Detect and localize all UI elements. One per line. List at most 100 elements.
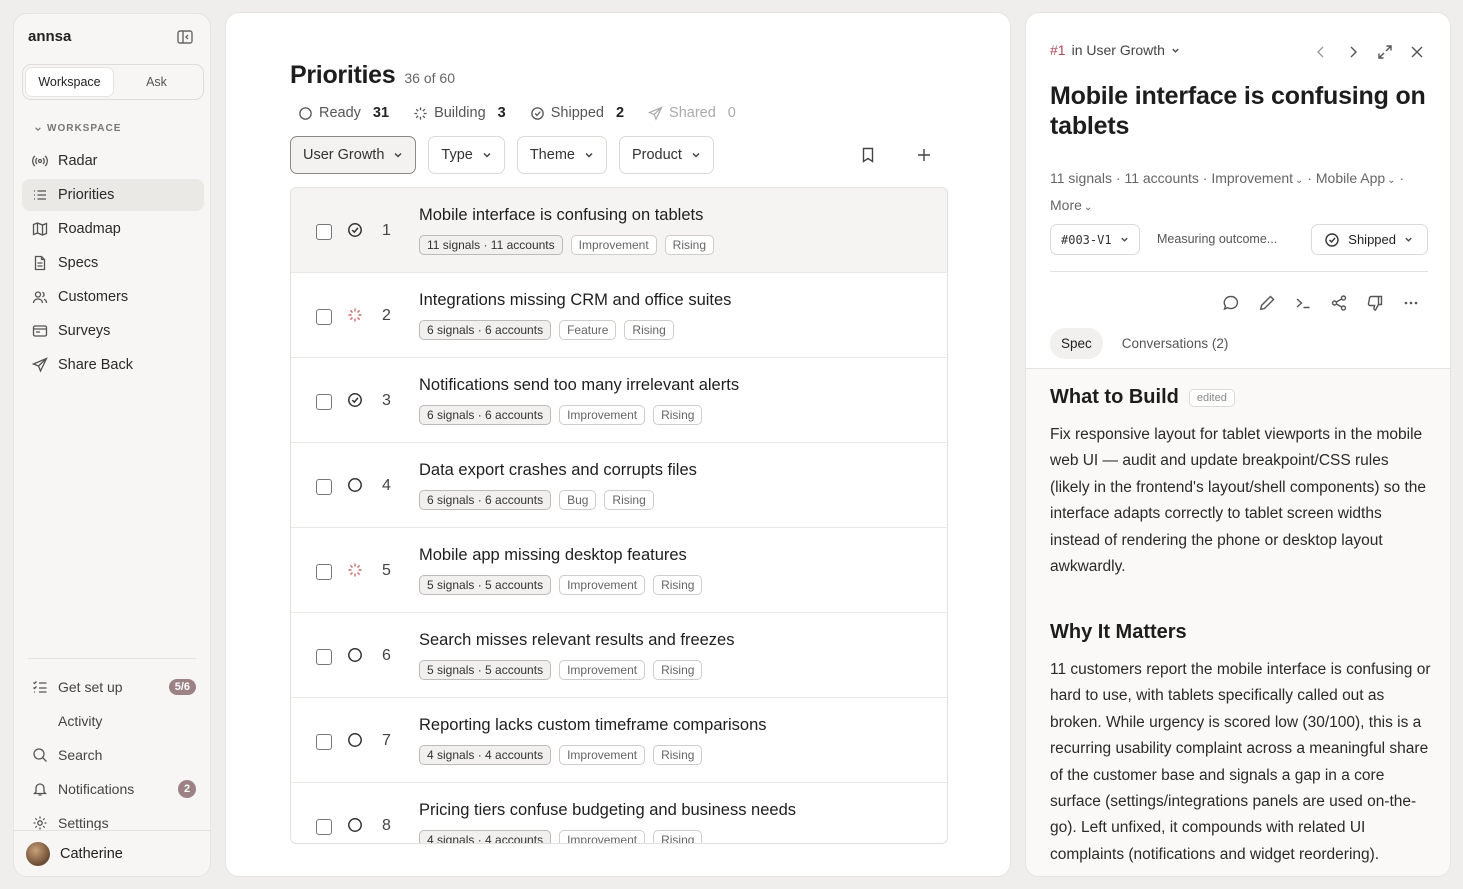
document-icon (32, 255, 48, 271)
bookmark-icon[interactable] (860, 147, 876, 163)
user-name: Catherine (60, 845, 123, 862)
ask-tab[interactable]: Ask (113, 68, 200, 96)
filter-bar: User Growth Type Theme Product (290, 136, 714, 174)
workspace-tab[interactable]: Workspace (26, 68, 113, 96)
row-checkbox[interactable] (316, 649, 332, 665)
tab-spec[interactable]: Spec (1050, 328, 1103, 359)
version-select[interactable]: #003-V1 (1050, 224, 1140, 255)
close-icon[interactable] (1408, 43, 1426, 61)
circle-icon[interactable] (347, 732, 363, 748)
meta-more-dropdown[interactable]: More ⌄ (1050, 197, 1092, 213)
status-count: 3 (497, 105, 506, 121)
row-checkbox[interactable] (316, 819, 332, 835)
chevron-down-icon: ⌄ (1295, 175, 1304, 186)
status-filter-shared[interactable]: Shared 0 (648, 105, 736, 121)
row-checkbox[interactable] (316, 479, 332, 495)
nav-item-radar[interactable]: Radar (22, 145, 204, 177)
user-menu[interactable]: Catherine (14, 830, 210, 876)
circle-icon[interactable] (347, 647, 363, 663)
row-checkbox[interactable] (316, 224, 332, 240)
list-item[interactable]: 8 Pricing tiers confuse budgeting and bus… (291, 783, 947, 843)
expand-icon[interactable] (1376, 43, 1394, 61)
workspace-name[interactable]: annsa (28, 28, 71, 45)
nav-item-share-back[interactable]: Share Back (22, 349, 204, 381)
type-tag: Improvement (570, 235, 657, 255)
nav-label: Priorities (58, 187, 115, 203)
trend-tag: Rising (653, 830, 703, 843)
edit-icon[interactable] (1258, 294, 1276, 312)
sidebar: annsa Workspace Ask WORKSPACE Radar Prio… (13, 13, 211, 877)
meta-type-dropdown[interactable]: Improvement ⌄ (1211, 170, 1303, 186)
bell-icon (32, 781, 48, 797)
nav-item-notifications[interactable]: Notifications 2 (22, 773, 204, 805)
workspace-section-toggle[interactable]: WORKSPACE (34, 123, 121, 134)
status-filters: Ready 31 Building 3 Shipped 2 Shared 0 (298, 105, 736, 121)
row-rank: 4 (382, 477, 391, 494)
chevron-down-icon (394, 152, 402, 158)
trend-tag: Rising (604, 490, 654, 510)
version-label: #003-V1 (1061, 232, 1112, 247)
row-checkbox[interactable] (316, 394, 332, 410)
chevron-right-icon[interactable] (1344, 43, 1362, 61)
what-to-build-heading: What to Build edited (1050, 386, 1235, 409)
meta-product: Mobile App (1315, 170, 1386, 186)
list-item[interactable]: 1 Mobile interface is confusing on tablet… (291, 188, 947, 273)
spinner-icon[interactable] (347, 562, 363, 578)
list-item[interactable]: 4 Data export crashes and corrupts files 6… (291, 443, 947, 528)
priorities-panel: Priorities 36 of 60 Ready 31 Building 3 … (225, 12, 1011, 877)
trend-tag: Rising (653, 660, 703, 680)
list-item[interactable]: 6 Search misses relevant results and free… (291, 613, 947, 698)
chevron-left-icon[interactable] (1312, 43, 1330, 61)
row-checkbox[interactable] (316, 734, 332, 750)
nav-label: Radar (58, 153, 98, 169)
filter-user-growth[interactable]: User Growth (290, 136, 417, 174)
circle-icon[interactable] (347, 477, 363, 493)
check-circle-icon[interactable] (347, 392, 363, 408)
collapse-sidebar-icon[interactable] (176, 28, 194, 46)
more-icon[interactable] (1402, 294, 1420, 312)
tab-conversations[interactable]: Conversations (2) (1111, 328, 1240, 359)
nav-item-customers[interactable]: Customers (22, 281, 204, 313)
detail-title: Mobile interface is confusing on tablets (1050, 82, 1426, 140)
nav-item-search[interactable]: Search (22, 739, 204, 771)
thumbs-down-icon[interactable] (1366, 294, 1384, 312)
signals-tag: 5 signals · 5 accounts (419, 660, 552, 680)
add-icon[interactable] (916, 147, 932, 163)
priority-list: 1 Mobile interface is confusing on tablet… (290, 187, 948, 844)
filter-type[interactable]: Type (428, 136, 505, 174)
signals-tag: 6 signals · 6 accounts (419, 405, 552, 425)
detail-meta: 11 signals · 11 accounts · Improvement ⌄ … (1050, 166, 1430, 220)
signals-tag: 4 signals · 4 accounts (419, 745, 552, 765)
list-item[interactable]: 2 Integrations missing CRM and office sui… (291, 273, 947, 358)
nav-item-activity[interactable]: Activity (22, 705, 204, 737)
check-circle-icon[interactable] (347, 222, 363, 238)
terminal-icon[interactable] (1294, 294, 1312, 312)
status-filter-shipped[interactable]: Shipped 2 (530, 105, 624, 121)
trend-tag: Rising (653, 745, 703, 765)
status-filter-ready[interactable]: Ready 31 (298, 105, 389, 121)
chevron-down-icon (1405, 237, 1412, 242)
list-item[interactable]: 7 Reporting lacks custom timeframe compar… (291, 698, 947, 783)
list-item[interactable]: 3 Notifications send too many irrelevant … (291, 358, 947, 443)
nav-item-roadmap[interactable]: Roadmap (22, 213, 204, 245)
list-item[interactable]: 5 Mobile app missing desktop features 5 si… (291, 528, 947, 613)
comment-icon[interactable] (1222, 294, 1240, 312)
filter-label: Product (631, 147, 682, 163)
row-checkbox[interactable] (316, 309, 332, 325)
nav-item-priorities[interactable]: Priorities (22, 179, 204, 211)
signals-tag: 11 signals · 11 accounts (419, 235, 563, 255)
spinner-icon[interactable] (347, 307, 363, 323)
share-icon[interactable] (1330, 294, 1348, 312)
filter-theme[interactable]: Theme (516, 136, 607, 174)
nav-item-get-set-up[interactable]: Get set up 5/6 (22, 671, 204, 703)
breadcrumb[interactable]: #1 in User Growth (1050, 42, 1180, 58)
status-filter-building[interactable]: Building 3 (413, 105, 506, 121)
row-rank: 3 (382, 392, 391, 409)
row-checkbox[interactable] (316, 564, 332, 580)
status-select[interactable]: Shipped (1311, 224, 1428, 255)
nav-item-surveys[interactable]: Surveys (22, 315, 204, 347)
circle-icon[interactable] (347, 817, 363, 833)
filter-product[interactable]: Product (618, 136, 714, 174)
nav-item-specs[interactable]: Specs (22, 247, 204, 279)
meta-product-dropdown[interactable]: Mobile App ⌄ (1316, 170, 1396, 186)
